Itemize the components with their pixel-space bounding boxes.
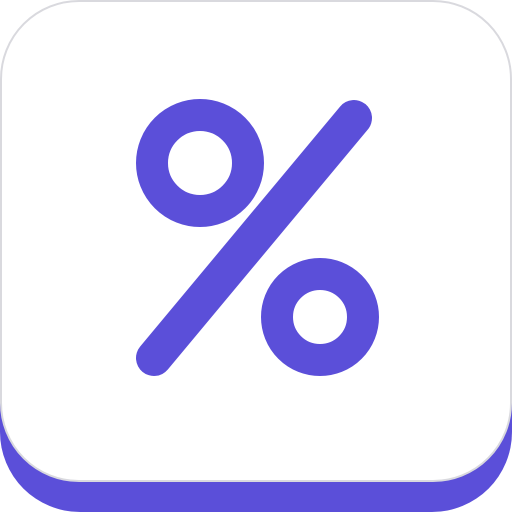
app-icon-graphic: [0, 0, 512, 512]
app-icon[interactable]: [0, 0, 512, 512]
